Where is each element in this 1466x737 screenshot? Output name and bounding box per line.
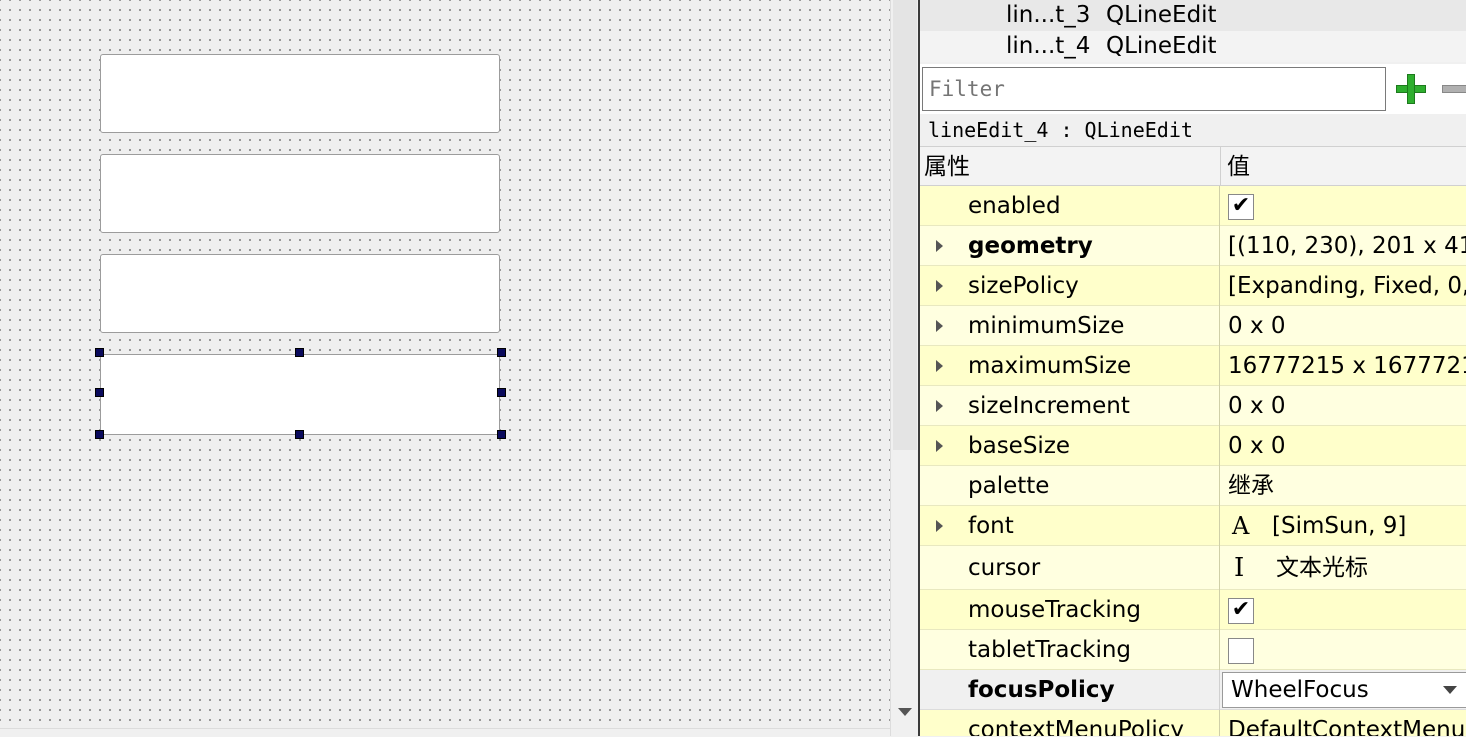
- property-table-header: 属性 值: [920, 146, 1466, 187]
- object-row[interactable]: lin...t_3 QLineEdit: [920, 0, 1466, 31]
- resize-handle-bottom-right[interactable]: [497, 430, 506, 439]
- property-name: sizeIncrement: [968, 393, 1130, 419]
- tablettracking-checkbox[interactable]: [1228, 638, 1254, 664]
- property-name: mouseTracking: [968, 597, 1141, 623]
- property-name: palette: [968, 473, 1050, 499]
- selected-object-label: lineEdit_4 : QLineEdit: [920, 114, 1466, 146]
- add-property-button[interactable]: [1394, 72, 1428, 106]
- line-edit-2[interactable]: [100, 154, 500, 233]
- property-value[interactable]: 16777215 x 16777215: [1228, 346, 1466, 386]
- property-name: contextMenuPolicy: [968, 717, 1184, 736]
- dropdown-value: WheelFocus: [1231, 677, 1369, 703]
- property-row-font[interactable]: font A [SimSun, 9]: [920, 506, 1466, 546]
- scrollbar-thumb[interactable]: [893, 0, 917, 450]
- object-name: lin...t_3: [1006, 2, 1091, 28]
- expand-arrow-icon[interactable]: [936, 280, 943, 292]
- property-name: baseSize: [968, 433, 1071, 459]
- resize-handle-right[interactable]: [497, 388, 506, 397]
- property-value[interactable]: [SimSun, 9]: [1272, 506, 1406, 546]
- property-row-focuspolicy[interactable]: focusPolicy WheelFocus: [920, 670, 1466, 710]
- property-name: font: [968, 513, 1014, 539]
- resize-handle-left[interactable]: [95, 388, 104, 397]
- property-row-tablettracking[interactable]: tabletTracking: [920, 630, 1466, 670]
- mousetracking-checkbox[interactable]: ✔: [1228, 598, 1254, 624]
- form-canvas[interactable]: [0, 0, 890, 736]
- property-row-geometry[interactable]: geometry [(110, 230), 201 x 41]: [920, 226, 1466, 266]
- column-header-value[interactable]: 值: [1220, 147, 1250, 187]
- expand-arrow-icon[interactable]: [936, 240, 943, 252]
- focuspolicy-dropdown[interactable]: WheelFocus: [1222, 672, 1466, 708]
- plus-icon-stroke: [1407, 74, 1415, 104]
- object-class: QLineEdit: [1106, 2, 1217, 28]
- expand-arrow-icon[interactable]: [936, 400, 943, 412]
- object-class: QLineEdit: [1106, 33, 1217, 59]
- property-row-maximumsize[interactable]: maximumSize 16777215 x 16777215: [920, 346, 1466, 386]
- property-name: sizePolicy: [968, 273, 1079, 299]
- property-value[interactable]: 0 x 0: [1228, 306, 1286, 346]
- scroll-down-arrow-icon[interactable]: [898, 708, 912, 716]
- property-row-basesize[interactable]: baseSize 0 x 0: [920, 426, 1466, 466]
- font-icon: A: [1232, 512, 1250, 540]
- property-name: cursor: [968, 555, 1041, 581]
- object-row[interactable]: lin...t_4 QLineEdit: [920, 31, 1466, 62]
- property-row-sizepolicy[interactable]: sizePolicy [Expanding, Fixed, 0,: [920, 266, 1466, 306]
- property-value[interactable]: 0 x 0: [1228, 386, 1286, 426]
- object-name: lin...t_4: [1006, 33, 1091, 59]
- property-row-palette[interactable]: palette 继承: [920, 466, 1466, 506]
- line-edit-4-selected[interactable]: [100, 354, 500, 435]
- line-edit-3[interactable]: [100, 254, 500, 333]
- enabled-checkbox[interactable]: ✔: [1228, 194, 1254, 220]
- canvas-vertical-scrollbar[interactable]: [890, 0, 918, 736]
- expand-arrow-icon[interactable]: [936, 440, 943, 452]
- resize-handle-bottom-left[interactable]: [95, 430, 104, 439]
- property-name: tabletTracking: [968, 637, 1132, 663]
- remove-property-button[interactable]: [1442, 85, 1466, 93]
- property-value[interactable]: [Expanding, Fixed, 0,: [1228, 266, 1466, 306]
- resize-handle-top-left[interactable]: [95, 348, 104, 357]
- property-value[interactable]: DefaultContextMenu: [1228, 710, 1465, 736]
- property-value[interactable]: 0 x 0: [1228, 426, 1286, 466]
- property-name: focusPolicy: [968, 677, 1115, 703]
- property-row-minimumsize[interactable]: minimumSize 0 x 0: [920, 306, 1466, 346]
- resize-handle-bottom[interactable]: [295, 430, 304, 439]
- expand-arrow-icon[interactable]: [936, 520, 943, 532]
- inspector-panel: lin...t_3 QLineEdit lin...t_4 QLineEdit …: [918, 0, 1466, 736]
- resize-handle-top-right[interactable]: [497, 348, 506, 357]
- expand-arrow-icon[interactable]: [936, 320, 943, 332]
- property-filter-bar: [920, 64, 1466, 114]
- property-value[interactable]: 文本光标: [1276, 546, 1368, 590]
- property-row-contextmenupolicy[interactable]: contextMenuPolicy DefaultContextMenu: [920, 710, 1466, 736]
- chevron-down-icon: [1443, 686, 1457, 694]
- line-edit-1[interactable]: [100, 54, 500, 133]
- property-row-enabled[interactable]: enabled ✔: [920, 186, 1466, 226]
- property-row-mousetracking[interactable]: mouseTracking ✔: [920, 590, 1466, 630]
- expand-arrow-icon[interactable]: [936, 360, 943, 372]
- text-cursor-icon: I: [1234, 553, 1245, 583]
- property-name: minimumSize: [968, 313, 1125, 339]
- filter-input[interactable]: [922, 67, 1386, 111]
- property-value[interactable]: [(110, 230), 201 x 41]: [1228, 226, 1466, 266]
- resize-handle-top[interactable]: [295, 348, 304, 357]
- property-name: maximumSize: [968, 353, 1132, 379]
- property-row-sizeincrement[interactable]: sizeIncrement 0 x 0: [920, 386, 1466, 426]
- column-header-property[interactable]: 属性: [924, 147, 970, 187]
- property-name: geometry: [968, 233, 1093, 259]
- property-name: enabled: [968, 193, 1061, 219]
- property-value[interactable]: 继承: [1228, 466, 1274, 506]
- property-row-cursor[interactable]: cursor I 文本光标: [920, 546, 1466, 590]
